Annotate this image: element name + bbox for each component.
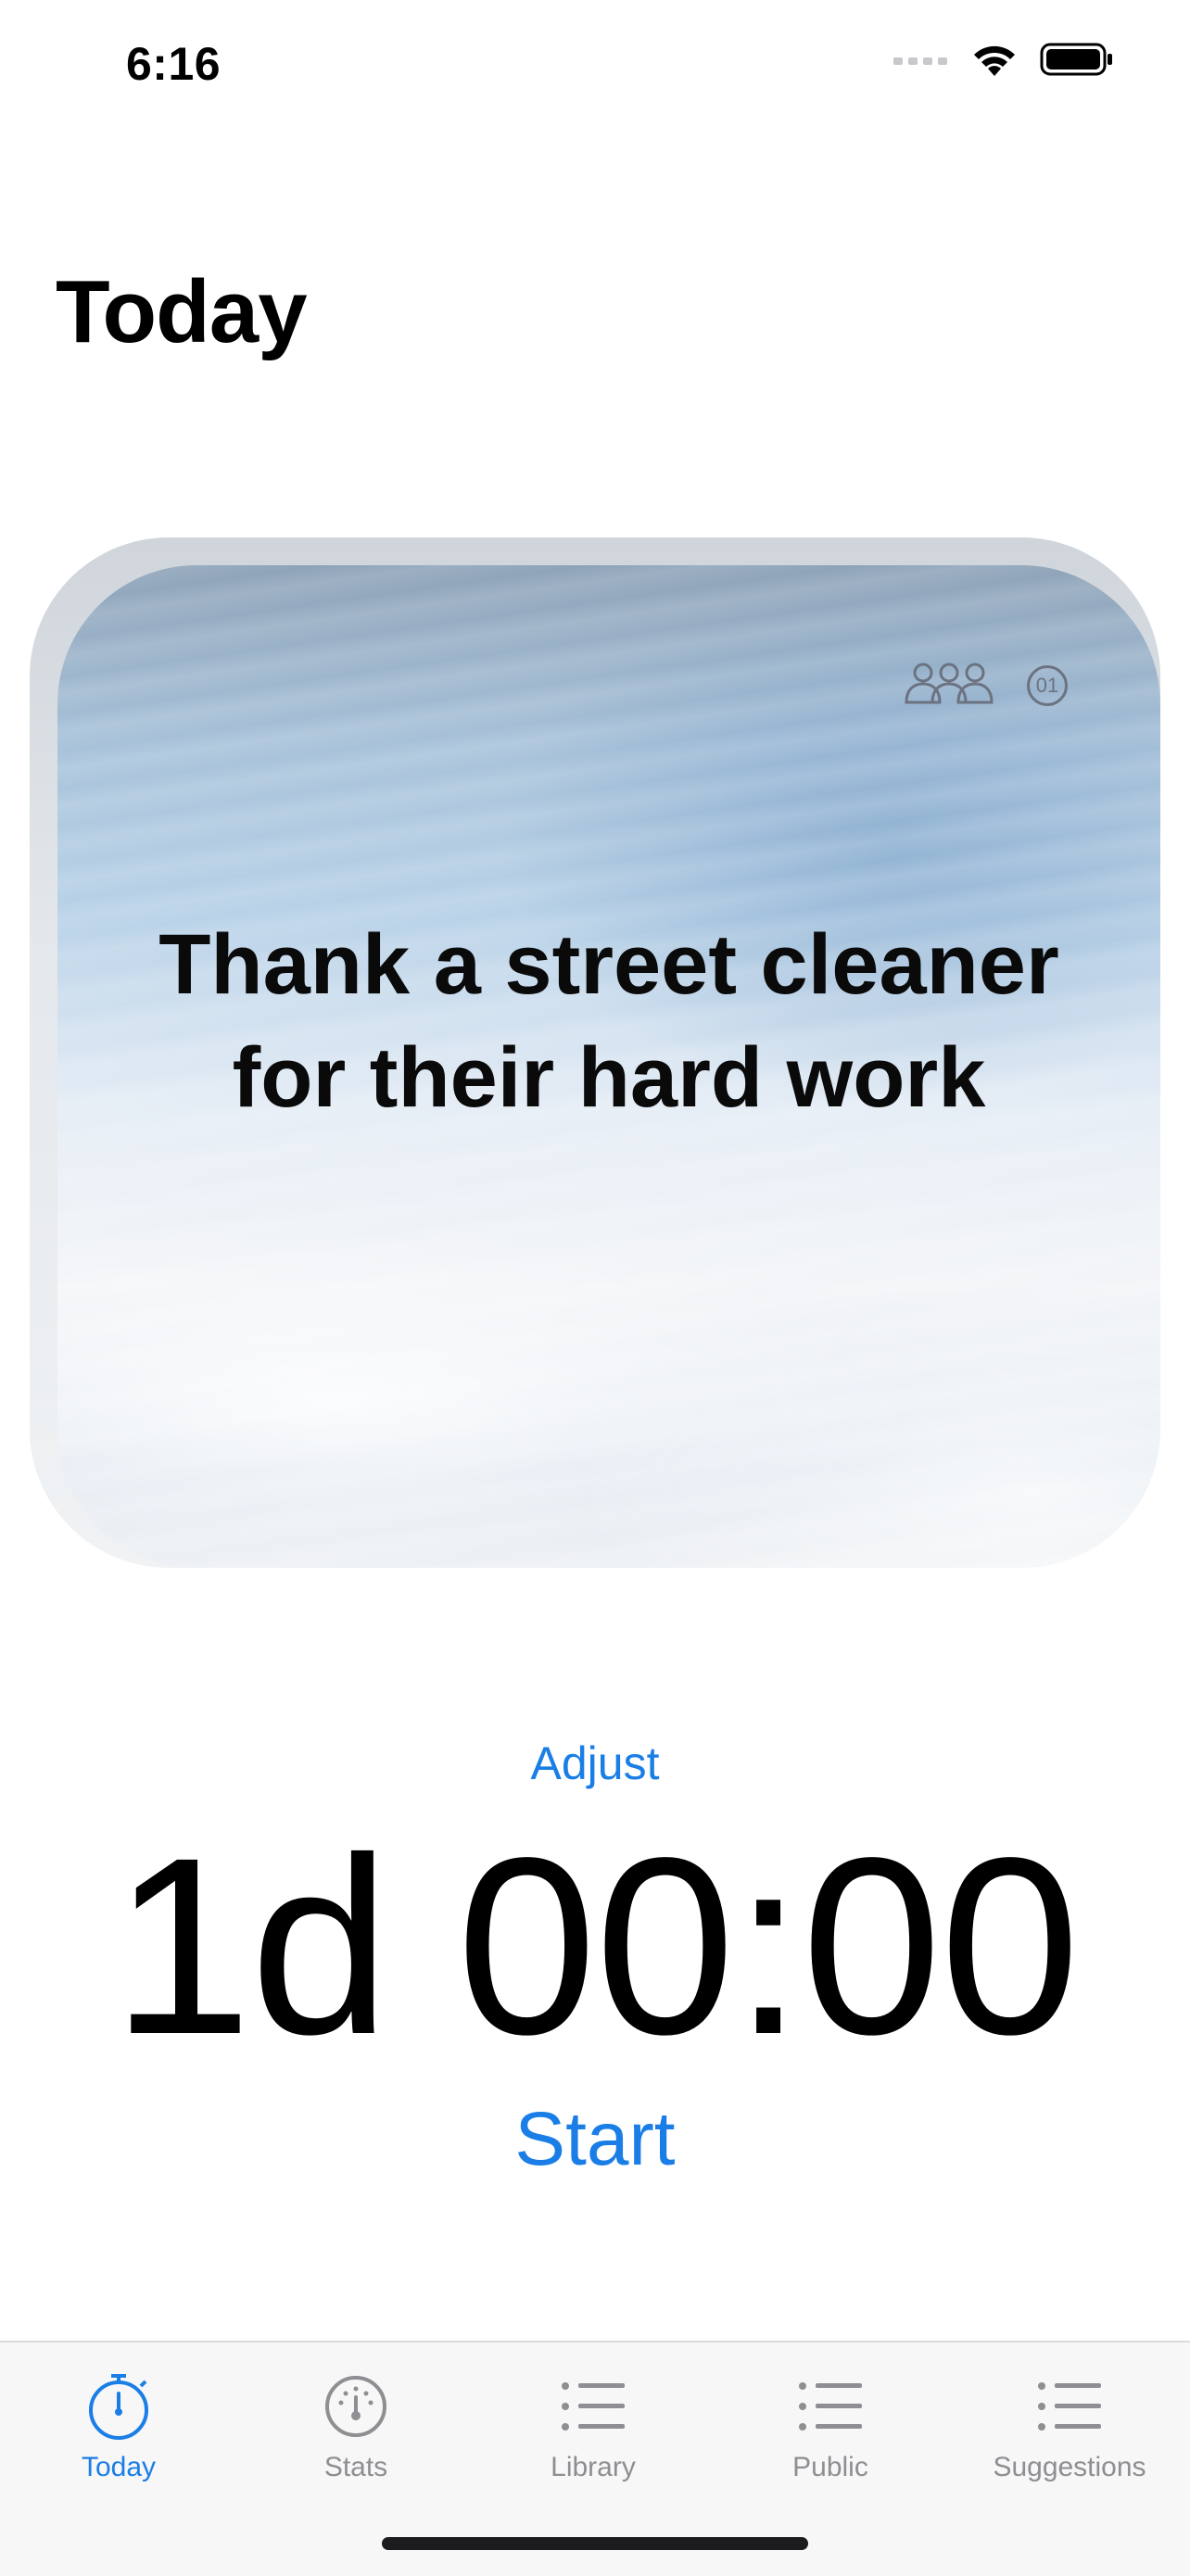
start-button[interactable]: Start (0, 2096, 1190, 2183)
tab-label: Today (81, 2452, 157, 2482)
tab-stats[interactable]: Stats (237, 2368, 475, 2483)
signal-icon (893, 52, 949, 71)
tab-label: Stats (323, 2452, 388, 2482)
tab-public[interactable]: Public (712, 2368, 949, 2483)
tab-label: Public (792, 2452, 868, 2482)
timer-display: 1d 00:00 (111, 1805, 1081, 2087)
status-indicators (893, 41, 1114, 82)
stopwatch-icon (0, 2368, 237, 2444)
adjust-button[interactable]: Adjust (0, 1736, 1190, 1790)
challenge-text: Thank a street cleaner for their hard wo… (158, 917, 1059, 1125)
battery-icon (1040, 41, 1114, 82)
tab-library[interactable]: Library (475, 2368, 712, 2483)
number-badge-icon[interactable]: 01 (1027, 664, 1068, 706)
list-icon (475, 2368, 712, 2444)
tab-suggestions[interactable]: Suggestions (951, 2368, 1188, 2483)
wifi-icon (969, 41, 1019, 82)
people-group-icon[interactable] (905, 660, 994, 711)
list-icon (951, 2368, 1188, 2444)
tab-label: Suggestions (993, 2452, 1146, 2482)
list-icon (712, 2368, 949, 2444)
home-indicator[interactable] (382, 2537, 808, 2550)
gauge-icon (237, 2368, 475, 2444)
tab-today[interactable]: Today (0, 2368, 237, 2483)
card-icons: 01 (905, 660, 1068, 711)
status-time: 6:16 (126, 38, 222, 90)
page-title: Today (56, 262, 308, 361)
challenge-card[interactable]: 01 Thank a street cleaner for their hard… (57, 565, 1160, 1568)
tab-label: Library (551, 2452, 636, 2482)
